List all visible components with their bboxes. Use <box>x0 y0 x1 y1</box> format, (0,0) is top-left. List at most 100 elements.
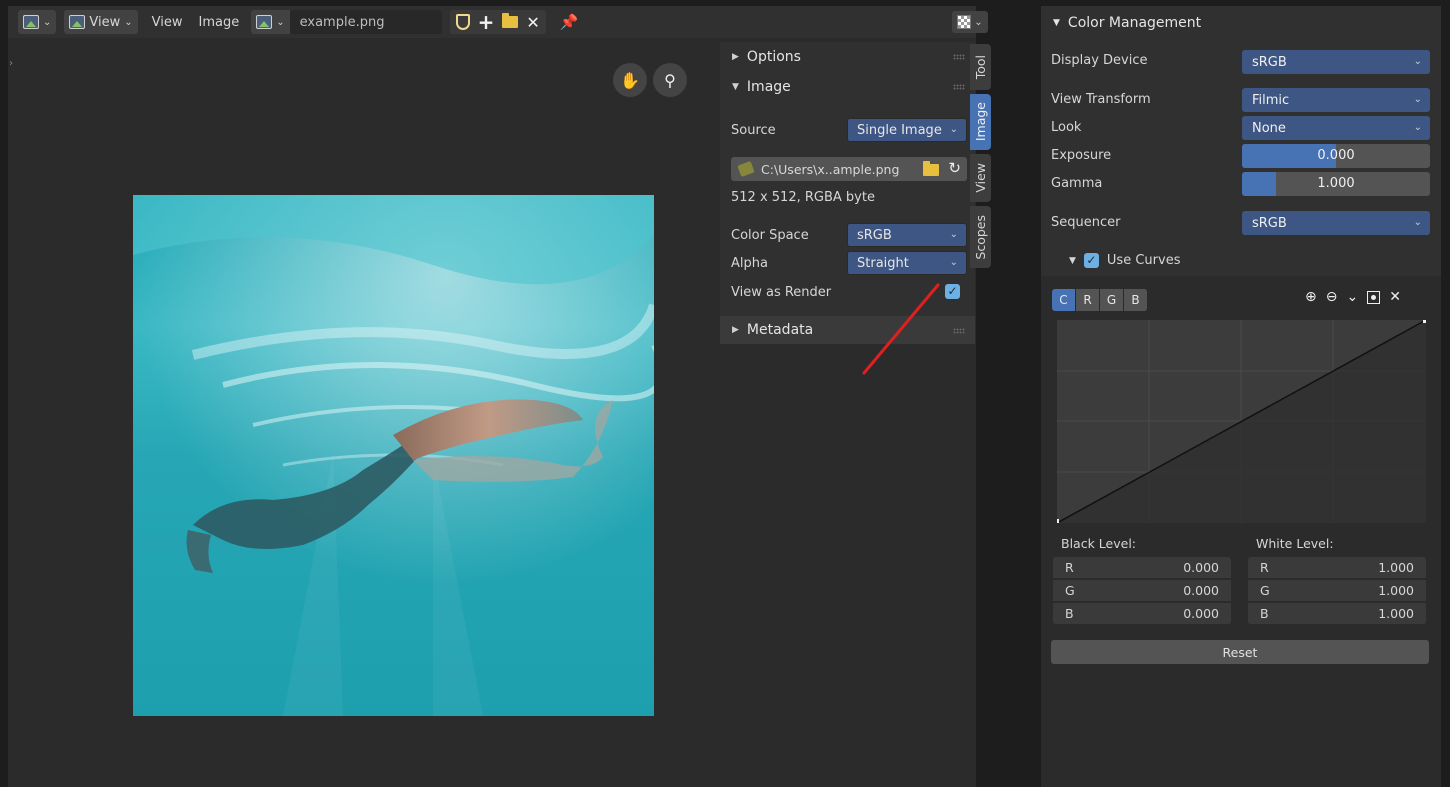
tab-image-label: Image <box>973 102 988 142</box>
zoom-in-icon[interactable]: ⊕ <box>1305 289 1317 305</box>
gamma-value: 1.000 <box>1317 176 1355 191</box>
new-image-plus-icon[interactable]: + <box>478 12 495 32</box>
tab-tool-label: Tool <box>973 54 988 80</box>
clipping-icon[interactable] <box>1367 290 1381 304</box>
tab-image[interactable]: Image <box>970 94 991 150</box>
expanded-triangle-icon: ▼ <box>1069 255 1076 266</box>
view-transform-dropdown[interactable]: Filmic ⌄ <box>1242 88 1430 112</box>
alpha-dropdown[interactable]: Straight ⌄ <box>847 251 967 275</box>
image-name-field[interactable]: example.png <box>289 10 442 34</box>
editor-header: ⌄ View ⌄ View Image ⌄ example.png + ✕ 📌 <box>8 6 976 38</box>
open-folder-icon[interactable] <box>502 13 519 28</box>
exposure-slider[interactable]: 0.000 <box>1242 144 1430 168</box>
black-level-b-field[interactable]: B 0.000 <box>1053 603 1231 625</box>
view-transform-value: Filmic <box>1252 92 1290 108</box>
display-device-dropdown[interactable]: sRGB ⌄ <box>1242 50 1430 74</box>
chevron-down-icon: ⌄ <box>276 16 285 28</box>
look-value: None <box>1252 120 1286 136</box>
color-space-dropdown[interactable]: sRGB ⌄ <box>847 223 967 247</box>
channel-label: R <box>1065 560 1074 575</box>
use-curves-row[interactable]: ▼ ✓ Use Curves <box>1069 253 1180 268</box>
channel-label: G <box>1260 583 1270 598</box>
expanded-triangle-icon: ▼ <box>1053 18 1060 28</box>
channel-b-button[interactable]: B <box>1124 289 1148 311</box>
fake-user-shield-icon[interactable] <box>455 14 470 30</box>
toolbar-expand-arrow-icon[interactable]: › <box>9 58 13 69</box>
image-canvas[interactable] <box>133 195 654 716</box>
tab-view-label: View <box>973 163 988 193</box>
chevron-down-icon: ⌄ <box>974 16 983 28</box>
source-label: Source <box>731 122 776 138</box>
pin-icon[interactable]: 📌 <box>560 13 579 31</box>
sequencer-value: sRGB <box>1252 215 1287 231</box>
curve-graph[interactable] <box>1057 320 1426 523</box>
close-icon[interactable]: ✕ <box>1389 289 1401 305</box>
white-level-label: White Level: <box>1256 536 1334 551</box>
browse-image-button[interactable]: ⌄ <box>251 10 290 34</box>
gamma-slider[interactable]: 1.000 <box>1242 172 1430 196</box>
black-level-b-value: 0.000 <box>1183 606 1219 621</box>
white-level-g-field[interactable]: G 1.000 <box>1248 580 1426 602</box>
exposure-value: 0.000 <box>1317 148 1355 163</box>
color-management-title: Color Management <box>1067 15 1202 31</box>
tab-scopes[interactable]: Scopes <box>970 206 991 268</box>
channel-label: G <box>1065 583 1075 598</box>
zoom-magnifier-icon[interactable]: ⚲ <box>653 63 687 97</box>
editor-type-button[interactable]: ⌄ <box>18 10 57 34</box>
view-as-render-label: View as Render <box>731 284 832 300</box>
color-space-value: sRGB <box>857 227 892 243</box>
image-actions: + ✕ <box>449 10 546 34</box>
use-curves-checkbox[interactable]: ✓ <box>1083 253 1099 268</box>
chevron-down-icon: ⌄ <box>124 16 133 28</box>
black-level-r-field[interactable]: R 0.000 <box>1053 557 1231 579</box>
alpha-value: Straight <box>857 255 909 271</box>
chevron-down-icon: ⌄ <box>949 229 958 240</box>
channel-label: R <box>1260 560 1269 575</box>
zoom-out-icon[interactable]: ⊖ <box>1326 289 1338 305</box>
image-panel-header[interactable]: ▼ Image <box>720 72 975 102</box>
source-value: Single Image <box>857 122 942 138</box>
black-level-r-value: 0.000 <box>1183 560 1219 575</box>
collapsed-triangle-icon: ▶ <box>732 325 739 335</box>
collapsed-triangle-icon: ▶ <box>732 52 739 62</box>
chevron-down-icon[interactable]: ⌄ <box>1346 289 1358 305</box>
annotation-arrow <box>862 283 940 375</box>
black-level-label: Black Level: <box>1061 536 1136 551</box>
view-mode-button[interactable]: View ⌄ <box>64 10 138 34</box>
black-level-g-value: 0.000 <box>1183 583 1219 598</box>
reset-button[interactable]: Reset <box>1051 640 1429 664</box>
look-dropdown[interactable]: None ⌄ <box>1242 116 1430 140</box>
menu-image[interactable]: Image <box>191 15 248 30</box>
channel-g-button[interactable]: G <box>1100 289 1124 311</box>
display-channels-button[interactable]: ⌄ <box>952 11 988 33</box>
display-device-label: Display Device <box>1051 53 1148 68</box>
sequencer-dropdown[interactable]: sRGB ⌄ <box>1242 211 1430 235</box>
white-level-b-field[interactable]: B 1.000 <box>1248 603 1426 625</box>
view-mode-label: View <box>89 14 121 30</box>
pan-hand-icon[interactable]: ✋ <box>613 63 647 97</box>
filepath-field[interactable]: C:\Users\x..ample.png ↻ <box>731 157 967 181</box>
drag-grip-icon[interactable] <box>953 54 965 60</box>
color-management-header[interactable]: ▼ Color Management <box>1041 8 1441 38</box>
unlink-close-icon[interactable]: ✕ <box>526 13 539 32</box>
filepath-value: C:\Users\x..ample.png <box>761 161 900 177</box>
menu-view[interactable]: View <box>144 15 191 30</box>
channel-r-button[interactable]: R <box>1076 289 1100 311</box>
underwater-swimmer-image <box>133 195 654 716</box>
channel-label: B <box>1260 606 1269 621</box>
drag-grip-icon[interactable] <box>953 84 965 90</box>
black-level-g-field[interactable]: G 0.000 <box>1053 580 1231 602</box>
view-transform-label: View Transform <box>1051 92 1151 107</box>
options-panel-header[interactable]: ▶ Options <box>720 42 975 72</box>
white-level-r-field[interactable]: R 1.000 <box>1248 557 1426 579</box>
image-info: 512 x 512, RGBA byte <box>731 189 875 205</box>
tab-view[interactable]: View <box>970 154 991 202</box>
drag-grip-icon[interactable] <box>953 328 965 334</box>
tab-tool[interactable]: Tool <box>970 44 991 90</box>
browse-folder-icon[interactable] <box>923 161 939 176</box>
image-panel-label: Image <box>746 79 791 95</box>
reload-icon[interactable]: ↻ <box>948 159 961 177</box>
channel-c-button[interactable]: C <box>1052 289 1076 311</box>
white-level-b-value: 1.000 <box>1378 606 1414 621</box>
source-dropdown[interactable]: Single Image ⌄ <box>847 118 967 142</box>
